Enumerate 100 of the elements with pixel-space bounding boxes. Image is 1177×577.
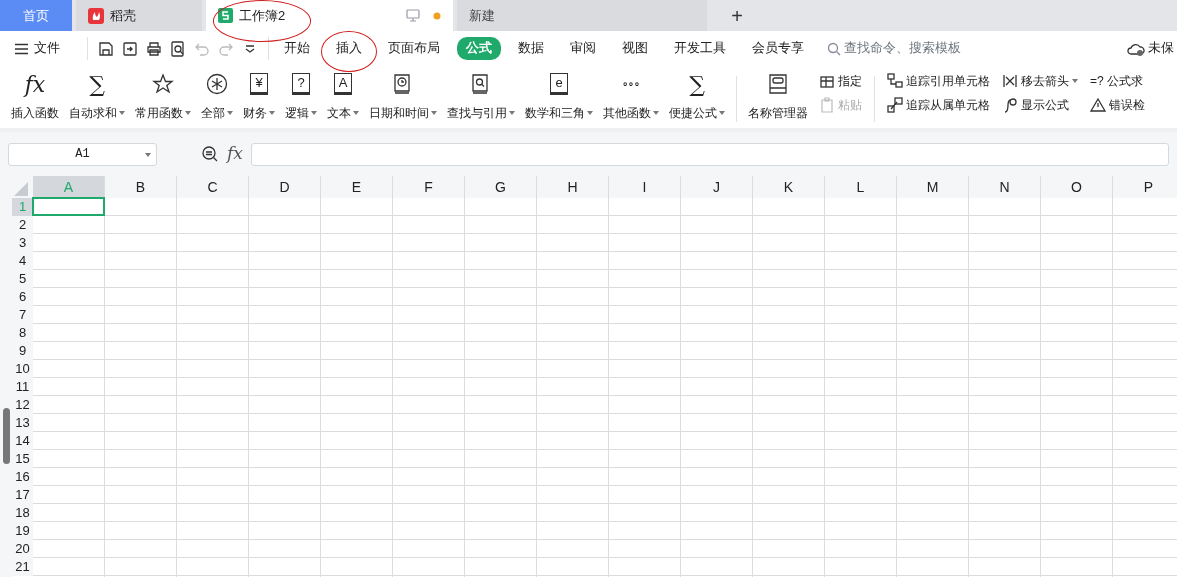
ribbon-button[interactable]: ¥ 财务 <box>238 70 280 122</box>
row-header[interactable]: 10 <box>12 360 33 378</box>
column-header[interactable]: O <box>1041 176 1113 198</box>
cloud-icon <box>1126 41 1145 56</box>
ribbon-button[interactable]: ? 逻辑 <box>280 70 322 122</box>
row-header[interactable]: 20 <box>12 540 33 558</box>
row-header[interactable]: 15 <box>12 450 33 468</box>
ribbon-button[interactable]: 全部 <box>196 70 238 122</box>
column-header[interactable]: C <box>177 176 249 198</box>
column-header[interactable]: F <box>393 176 465 198</box>
menu-tab[interactable]: 开发工具 <box>664 37 735 60</box>
tab-label: 工作簿2 <box>239 6 286 25</box>
search-field[interactable]: 查找命令、搜索模板 <box>827 39 962 58</box>
button-label: 逻辑 <box>285 105 309 122</box>
column-header[interactable]: L <box>825 176 897 198</box>
flame-icon <box>88 7 104 24</box>
column-header[interactable]: J <box>681 176 753 198</box>
cell-grid[interactable] <box>33 198 1177 577</box>
column-header[interactable]: N <box>969 176 1041 198</box>
row-header[interactable]: 19 <box>12 522 33 540</box>
button-label: 查找与引用 <box>447 105 507 122</box>
caret-icon <box>145 152 151 157</box>
ribbon-button[interactable]: 日期和时间 <box>364 70 442 122</box>
row-header[interactable]: 11 <box>12 378 33 396</box>
sum-icon: ∑ <box>89 67 105 101</box>
ribbon-button[interactable]: 指定 <box>819 72 862 90</box>
new-tab-button[interactable]: + <box>717 0 757 31</box>
window-tab[interactable]: 新建 <box>457 0 707 31</box>
ribbon-button[interactable]: fx 插入函数 <box>6 70 64 122</box>
dots-icon: ∘∘∘ <box>622 75 640 93</box>
asterisk-icon <box>206 73 228 95</box>
row-header[interactable]: 2 <box>12 216 33 234</box>
column-header[interactable]: I <box>609 176 681 198</box>
menu-tab[interactable]: 页面布局 <box>378 37 449 60</box>
ribbon-button[interactable]: =? 公式求 <box>1090 72 1145 90</box>
ribbon-button[interactable]: 查找与引用 <box>442 70 520 122</box>
menu-tab[interactable]: 数据 <box>508 37 553 60</box>
menu-tab[interactable]: 开始 <box>274 37 319 60</box>
ribbon-button[interactable]: e 数学和三角 <box>520 70 598 122</box>
row-header[interactable]: 9 <box>12 342 33 360</box>
row-header[interactable]: 21 <box>12 558 33 576</box>
menu-icon[interactable] <box>14 42 29 55</box>
ribbon-button[interactable]: ∑ 便捷公式 <box>664 70 730 122</box>
column-header[interactable]: P <box>1113 176 1177 198</box>
ribbon-button[interactable]: 显示公式 <box>1002 96 1078 114</box>
button-label: 追踪从属单元格 <box>906 97 990 114</box>
menu-tab[interactable]: 审阅 <box>560 37 605 60</box>
row-header[interactable]: 7 <box>12 306 33 324</box>
button-label: 常用函数 <box>135 105 183 122</box>
row-header[interactable]: 18 <box>12 504 33 522</box>
function-label: fx <box>227 142 243 166</box>
selected-cell[interactable] <box>32 197 105 216</box>
name-manager-button[interactable]: 名称管理器 <box>743 70 813 122</box>
row-header[interactable]: 13 <box>12 414 33 432</box>
row-header[interactable]: 16 <box>12 468 33 486</box>
zoom-out-icon[interactable] <box>201 145 219 163</box>
ribbon-button[interactable]: 移去箭头 <box>1002 72 1078 90</box>
row-header[interactable]: 12 <box>12 396 33 414</box>
column-header[interactable]: K <box>753 176 825 198</box>
menu-tab[interactable]: 会员专享 <box>742 37 813 60</box>
save-status[interactable]: 未保 <box>1147 39 1174 58</box>
print-icon[interactable] <box>145 40 162 57</box>
row-header[interactable]: 4 <box>12 252 33 270</box>
button-label: 便捷公式 <box>669 105 717 122</box>
formula-input[interactable] <box>250 142 1169 166</box>
ribbon-button[interactable]: 常用函数 <box>130 70 196 122</box>
spreadsheet-icon <box>218 8 233 23</box>
menu-tab[interactable]: 视图 <box>612 37 657 60</box>
row-header[interactable]: 6 <box>12 288 33 306</box>
row-header[interactable]: 17 <box>12 486 33 504</box>
window-tab[interactable]: 工作簿2 <box>206 0 453 31</box>
export-icon[interactable] <box>121 40 138 57</box>
button-label: 插入函数 <box>11 105 59 122</box>
row-header[interactable]: 8 <box>12 324 33 342</box>
window-tab[interactable]: 稻壳 <box>76 0 202 31</box>
button-label: 公式求 <box>1106 73 1143 90</box>
column-header[interactable]: M <box>897 176 969 198</box>
scroll-thumb[interactable] <box>3 408 10 464</box>
ribbon-button[interactable]: 错误检 <box>1090 96 1145 114</box>
ribbon-button[interactable]: 追踪引用单元格 <box>887 72 990 90</box>
row-header[interactable]: 14 <box>12 432 33 450</box>
ribbon-button[interactable]: A 文本 <box>322 70 364 122</box>
name-box[interactable]: A1 <box>8 142 157 166</box>
ribbon-button[interactable]: 追踪从属单元格 <box>887 96 990 114</box>
column-header[interactable]: E <box>321 176 393 198</box>
print-preview-icon[interactable] <box>169 40 186 57</box>
column-header[interactable]: D <box>249 176 321 198</box>
book-icon: e <box>550 73 568 95</box>
column-header[interactable]: H <box>537 176 609 198</box>
row-header[interactable]: 3 <box>12 234 33 252</box>
row-header[interactable]: 5 <box>12 270 33 288</box>
file-menu[interactable]: 文件 <box>32 37 70 60</box>
menu-tab[interactable]: 插入 <box>326 37 371 60</box>
ribbon-button[interactable]: ∘∘∘ 其他函数 <box>598 70 664 122</box>
remove-arrows-icon <box>1002 73 1018 89</box>
ribbon-button[interactable]: ∑ 自动求和 <box>64 70 130 122</box>
column-header[interactable]: B <box>105 176 177 198</box>
save-icon[interactable] <box>97 40 114 57</box>
column-header[interactable]: G <box>465 176 537 198</box>
button-label: 指定 <box>838 73 862 90</box>
